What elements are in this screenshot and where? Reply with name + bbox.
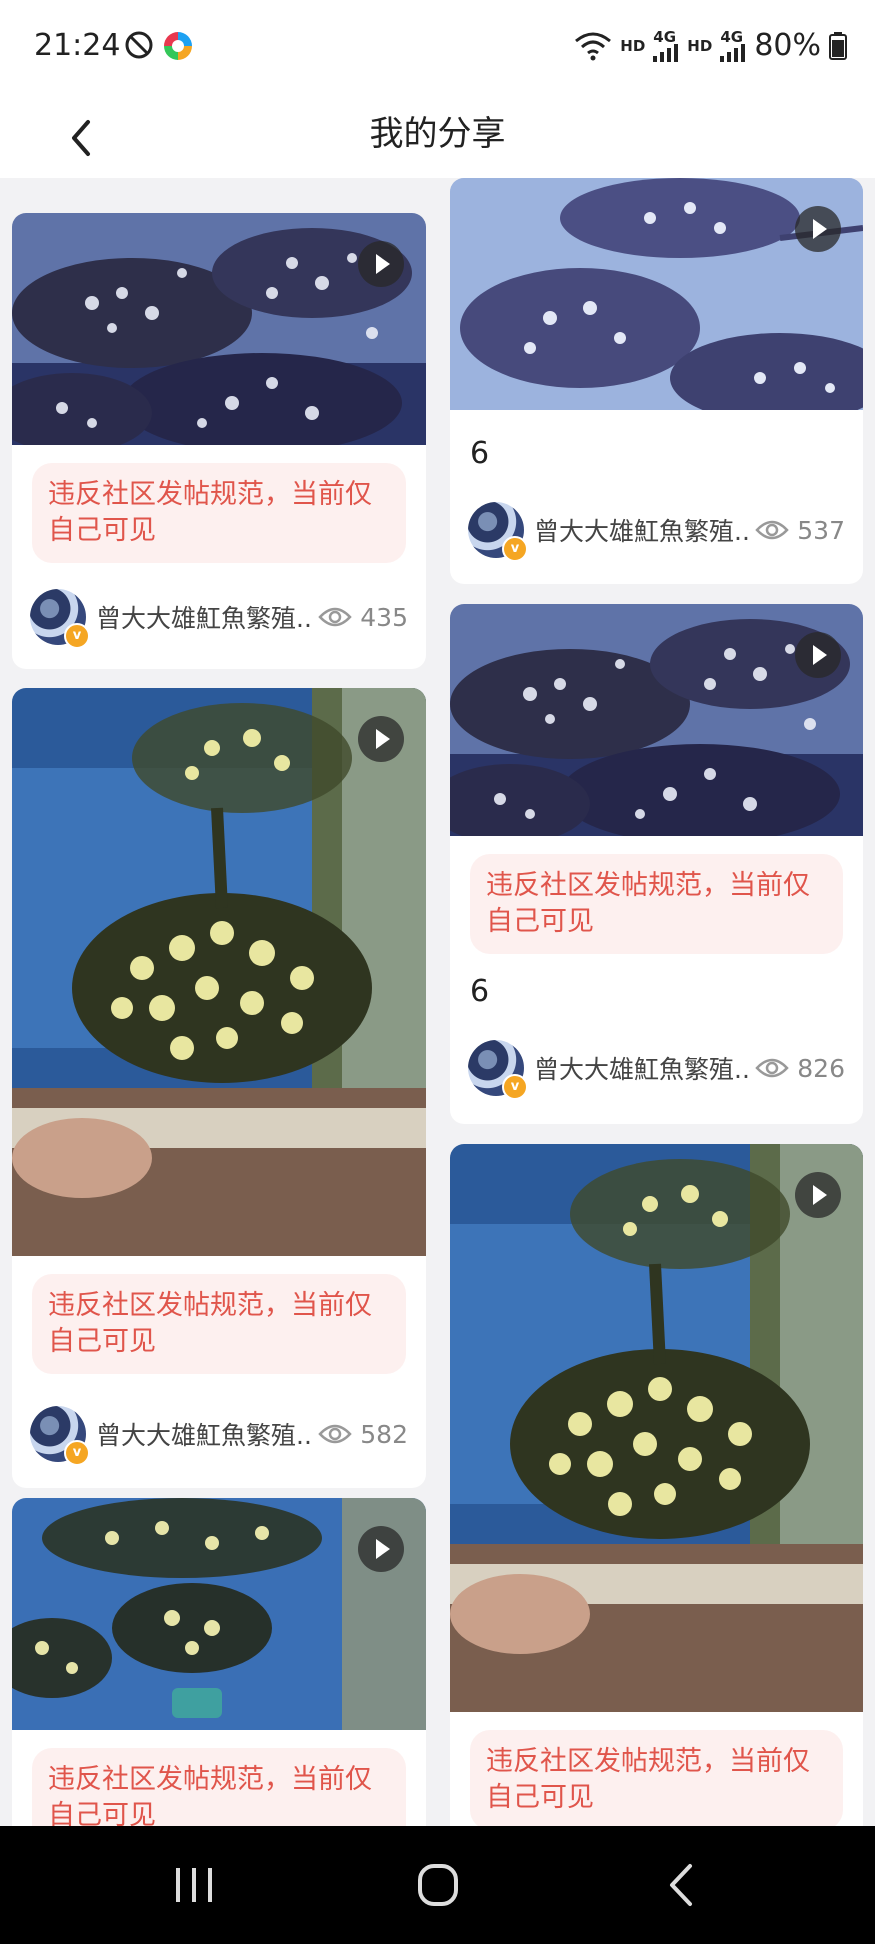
view-count: 582 [318, 1420, 408, 1449]
timer-icon [125, 31, 153, 59]
view-count-value: 435 [360, 602, 408, 632]
battery-icon [829, 31, 847, 60]
eye-icon [318, 607, 352, 627]
network-label: 4G [653, 27, 677, 46]
violation-notice: 违反社区发帖规范，当前仅自己可见 [470, 854, 843, 954]
status-time: 21:24 [34, 28, 121, 63]
play-icon[interactable] [358, 716, 404, 762]
home-icon[interactable] [408, 1860, 468, 1910]
avatar[interactable]: v [468, 502, 528, 562]
app-icon [164, 32, 192, 60]
post-meta: v 曾大大雄魟魚繁殖... 582 [30, 1404, 408, 1466]
author-name[interactable]: 曾大大雄魟魚繁殖... [534, 512, 749, 548]
verified-badge-icon: v [64, 1440, 90, 1466]
post-card[interactable]: 违反社区发帖规范，当前仅自己可见 v 曾大大雄魟魚繁殖... 435 [12, 213, 426, 669]
play-icon[interactable] [795, 206, 841, 252]
page-title: 我的分享 [369, 114, 506, 154]
post-card[interactable]: 违反社区发帖规范，当前仅自己可见 [12, 1498, 426, 1826]
view-count-value: 826 [797, 1053, 845, 1083]
view-count: 826 [755, 1054, 845, 1083]
hd-label: HD [620, 36, 646, 55]
status-bar: 21:24 HD 4G HD 4G 80% [0, 0, 875, 96]
post-card[interactable]: 违反社区发帖规范，当前仅自己可见 6 v 曾大大雄魟魚繁殖... 826 [450, 604, 863, 1124]
post-card[interactable]: 违反社区发帖规范，当前仅自己可见 [450, 1144, 863, 1826]
avatar[interactable]: v [468, 1040, 528, 1100]
post-meta: v 曾大大雄魟魚繁殖... 435 [30, 587, 408, 649]
violation-notice: 违反社区发帖规范，当前仅自己可见 [470, 1730, 843, 1826]
nav-header: 我的分享 [0, 96, 875, 178]
verified-badge-icon: v [502, 536, 528, 562]
post-title: 6 [470, 974, 490, 1009]
post-thumbnail[interactable] [12, 688, 426, 1256]
view-count: 537 [755, 516, 845, 545]
signal-icon: 4G [720, 27, 746, 62]
verified-badge-icon: v [64, 623, 90, 649]
play-icon[interactable] [795, 632, 841, 678]
eye-icon [755, 520, 789, 540]
post-meta: v 曾大大雄魟魚繁殖... 537 [468, 500, 845, 562]
avatar[interactable]: v [30, 589, 90, 649]
verified-badge-icon: v [502, 1074, 528, 1100]
hd-label: HD [687, 36, 713, 55]
play-icon[interactable] [358, 1526, 404, 1572]
eye-icon [755, 1058, 789, 1078]
post-card[interactable]: 违反社区发帖规范，当前仅自己可见 v 曾大大雄魟魚繁殖... 582 [12, 688, 426, 1488]
post-thumbnail[interactable] [450, 1144, 863, 1712]
post-card[interactable]: 6 v 曾大大雄魟魚繁殖... 537 [450, 178, 863, 584]
network-label: 4G [720, 27, 744, 46]
violation-notice: 违反社区发帖规范，当前仅自己可见 [32, 463, 406, 563]
system-nav-bar [0, 1826, 875, 1944]
violation-notice: 违反社区发帖规范，当前仅自己可见 [32, 1748, 406, 1826]
view-count: 435 [318, 603, 408, 632]
view-count-value: 582 [360, 1419, 408, 1449]
author-name[interactable]: 曾大大雄魟魚繁殖... [96, 599, 312, 635]
play-icon[interactable] [358, 241, 404, 287]
post-meta: v 曾大大雄魟魚繁殖... 826 [468, 1038, 845, 1100]
violation-notice: 违反社区发帖规范，当前仅自己可见 [32, 1274, 406, 1374]
recent-apps-icon[interactable] [164, 1860, 224, 1910]
play-icon[interactable] [795, 1172, 841, 1218]
eye-icon [318, 1424, 352, 1444]
view-count-value: 537 [797, 515, 845, 545]
signal-icon: 4G [653, 27, 679, 62]
avatar[interactable]: v [30, 1406, 90, 1466]
back-icon[interactable] [652, 1860, 712, 1910]
wifi-icon [575, 32, 612, 60]
share-feed[interactable]: 违反社区发帖规范，当前仅自己可见 v 曾大大雄魟魚繁殖... 435 违反社区发… [0, 178, 875, 1826]
battery-percent: 80% [754, 28, 821, 63]
author-name[interactable]: 曾大大雄魟魚繁殖... [534, 1050, 749, 1086]
post-title: 6 [470, 436, 490, 471]
author-name[interactable]: 曾大大雄魟魚繁殖... [96, 1416, 312, 1452]
